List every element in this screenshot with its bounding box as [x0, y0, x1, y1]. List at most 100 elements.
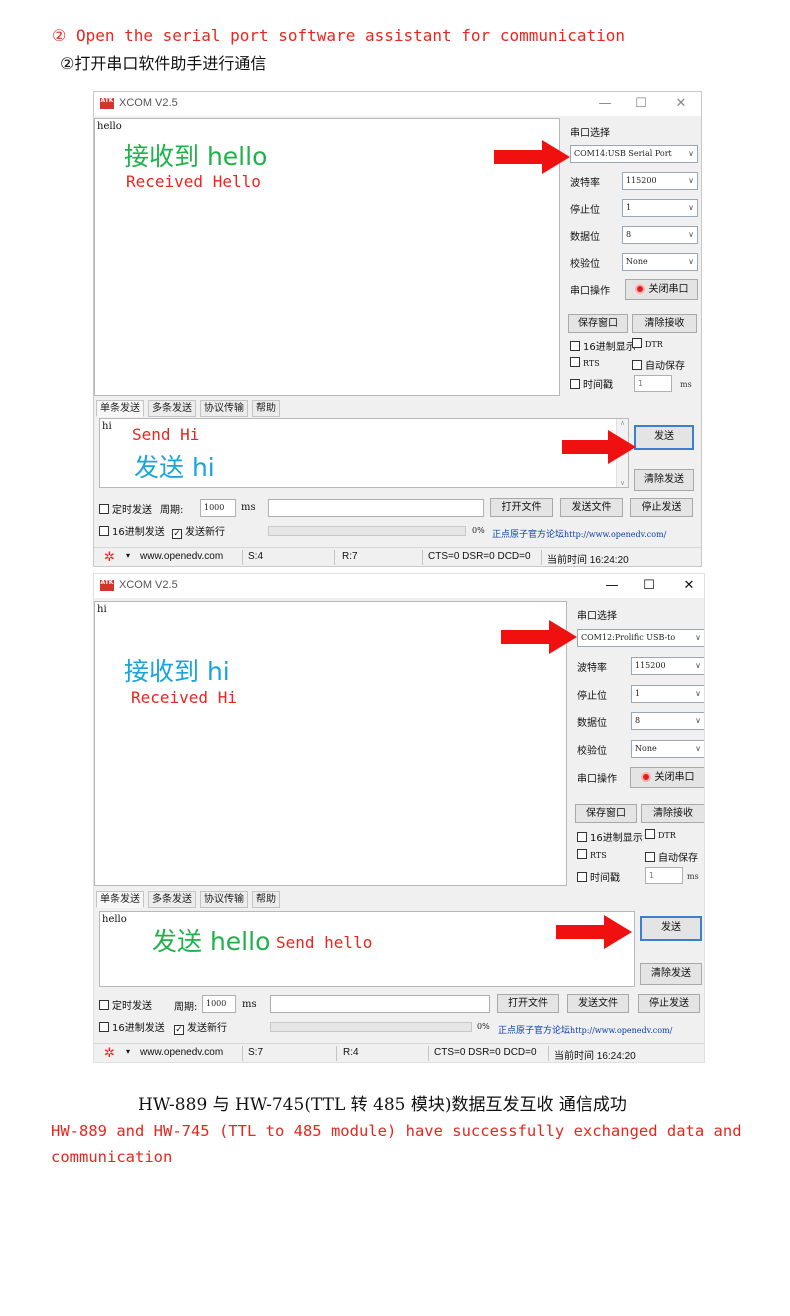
- status-sent-count: S:4: [248, 551, 264, 562]
- scroll-up-icon[interactable]: ∧: [617, 419, 628, 427]
- timestamp-unit: ms: [680, 380, 692, 389]
- rts-checkbox[interactable]: RTS: [570, 357, 600, 369]
- period-unit: ms: [242, 999, 257, 1010]
- baud-select[interactable]: 115200 ∨: [631, 657, 704, 675]
- arrow-to-send-2: [556, 915, 632, 949]
- dtr-checkbox[interactable]: DTR: [632, 338, 663, 350]
- close-button[interactable]: ✕: [666, 94, 696, 114]
- tab-help[interactable]: 帮助: [252, 891, 280, 908]
- parity-label: 校验位: [577, 746, 607, 757]
- timed-send-checkbox[interactable]: 定时发送: [99, 997, 152, 1012]
- send-file-button[interactable]: 发送文件: [560, 498, 623, 517]
- period-input[interactable]: 1000: [200, 499, 236, 517]
- port-op-label: 串口操作: [577, 774, 617, 785]
- status-received-count: R:7: [342, 551, 358, 562]
- status-time: 当前时间 16:24:20: [554, 1051, 636, 1062]
- chevron-down-icon: ∨: [695, 744, 701, 753]
- forum-link[interactable]: 正点原子官方论坛http://www.openedv.com/: [492, 527, 666, 540]
- tab-multi-send[interactable]: 多条发送: [148, 400, 196, 417]
- send-button[interactable]: 发送: [640, 916, 702, 941]
- tab-multi-send[interactable]: 多条发送: [148, 891, 196, 908]
- status-sent-count: S:7: [248, 1047, 264, 1058]
- timestamp-checkbox[interactable]: 时间戳: [577, 869, 620, 884]
- arrow-to-port-1: [494, 140, 570, 174]
- timestamp-interval-input[interactable]: 1: [645, 867, 683, 884]
- title-bar[interactable]: ATK XCOM V2.5 — ☐ ✕: [94, 574, 704, 598]
- title-bar[interactable]: ATK XCOM V2.5 — ☐ ✕: [94, 92, 701, 116]
- maximize-button[interactable]: ☐: [626, 94, 656, 114]
- annotation-send-cn-2: 发送 hello: [152, 927, 271, 956]
- open-file-button[interactable]: 打开文件: [497, 994, 559, 1013]
- chevron-down-icon: ∨: [688, 257, 694, 266]
- stop-bits-select[interactable]: 1 ∨: [631, 685, 704, 703]
- chevron-down-icon: ∨: [695, 716, 701, 725]
- dropdown-icon[interactable]: ▾: [126, 1047, 130, 1056]
- tab-protocol[interactable]: 协议传输: [200, 891, 248, 908]
- clear-send-button[interactable]: 清除发送: [634, 469, 694, 491]
- minimize-button[interactable]: —: [597, 576, 627, 596]
- parity-select[interactable]: None ∨: [622, 253, 698, 271]
- timestamp-interval-input[interactable]: 1: [634, 375, 672, 392]
- status-time: 当前时间 16:24:20: [547, 555, 629, 566]
- step-title-cn: ②打开串口软件助手进行通信: [60, 54, 267, 73]
- file-path-input[interactable]: [268, 499, 484, 517]
- tab-single-send[interactable]: 单条发送: [96, 891, 144, 908]
- forum-link[interactable]: 正点原子官方论坛http://www.openedv.com/: [498, 1023, 672, 1036]
- chevron-down-icon: ∨: [688, 203, 694, 212]
- save-window-button[interactable]: 保存窗口: [568, 314, 628, 333]
- hex-send-checkbox[interactable]: 16进制发送: [99, 523, 165, 538]
- maximize-button[interactable]: ☐: [634, 576, 664, 596]
- status-received-count: R:4: [343, 1047, 359, 1058]
- send-progress-bar: [268, 526, 466, 536]
- status-site[interactable]: www.openedv.com: [140, 1047, 223, 1058]
- send-text: hello: [102, 914, 127, 925]
- gear-icon[interactable]: ✲: [104, 1046, 115, 1061]
- send-file-button[interactable]: 发送文件: [567, 994, 629, 1013]
- timed-send-checkbox[interactable]: 定时发送: [99, 501, 152, 516]
- period-input[interactable]: 1000: [202, 995, 236, 1013]
- send-button[interactable]: 发送: [634, 425, 694, 450]
- close-port-button[interactable]: 关闭串口: [625, 279, 698, 300]
- annotation-send-en-2: Send hello: [276, 933, 373, 952]
- tab-protocol[interactable]: 协议传输: [200, 400, 248, 417]
- arrow-to-port-2: [501, 620, 577, 654]
- auto-save-checkbox[interactable]: 自动保存: [632, 357, 685, 372]
- file-path-input[interactable]: [270, 995, 490, 1013]
- stop-bits-select[interactable]: 1 ∨: [622, 199, 698, 217]
- tab-help[interactable]: 帮助: [252, 400, 280, 417]
- send-newline-checkbox[interactable]: ✓ 发送新行: [174, 1019, 227, 1035]
- dropdown-icon[interactable]: ▾: [126, 551, 130, 560]
- timestamp-checkbox[interactable]: 时间戳: [570, 376, 613, 391]
- auto-save-checkbox[interactable]: 自动保存: [645, 849, 698, 864]
- stop-send-button[interactable]: 停止发送: [630, 498, 693, 517]
- port-select[interactable]: COM12:Prolific USB-to ∨: [577, 629, 704, 647]
- hex-display-checkbox[interactable]: 16进制显示: [570, 338, 636, 353]
- baud-select[interactable]: 115200 ∨: [622, 172, 698, 190]
- clear-send-button[interactable]: 清除发送: [640, 963, 702, 985]
- parity-select[interactable]: None ∨: [631, 740, 704, 758]
- status-site[interactable]: www.openedv.com: [140, 551, 223, 562]
- clear-receive-button[interactable]: 清除接收: [641, 804, 704, 823]
- clear-receive-button[interactable]: 清除接收: [632, 314, 697, 333]
- receive-area[interactable]: hi: [94, 601, 567, 886]
- send-newline-checkbox[interactable]: ✓ 发送新行: [172, 523, 225, 539]
- port-select[interactable]: COM14:USB Serial Port ∨: [570, 145, 698, 163]
- hex-send-checkbox[interactable]: 16进制发送: [99, 1019, 165, 1034]
- data-bits-select[interactable]: 8 ∨: [622, 226, 698, 244]
- close-port-button[interactable]: 关闭串口: [630, 767, 704, 788]
- tab-single-send[interactable]: 单条发送: [96, 400, 144, 417]
- progress-percent: 0%: [477, 1022, 490, 1031]
- gear-icon[interactable]: ✲: [104, 550, 115, 565]
- hex-display-checkbox[interactable]: 16进制显示: [577, 829, 643, 844]
- status-bar: ✲ ▾ www.openedv.com S:4 R:7 CTS=0 DSR=0 …: [94, 547, 701, 566]
- close-button[interactable]: ✕: [674, 576, 704, 596]
- rts-checkbox[interactable]: RTS: [577, 849, 607, 861]
- stop-send-button[interactable]: 停止发送: [638, 994, 700, 1013]
- data-bits-select[interactable]: 8 ∨: [631, 712, 704, 730]
- scroll-down-icon[interactable]: ∨: [617, 479, 628, 487]
- period-label: 周期:: [160, 505, 184, 516]
- minimize-button[interactable]: —: [590, 94, 620, 114]
- dtr-checkbox[interactable]: DTR: [645, 829, 676, 841]
- open-file-button[interactable]: 打开文件: [490, 498, 553, 517]
- save-window-button[interactable]: 保存窗口: [575, 804, 637, 823]
